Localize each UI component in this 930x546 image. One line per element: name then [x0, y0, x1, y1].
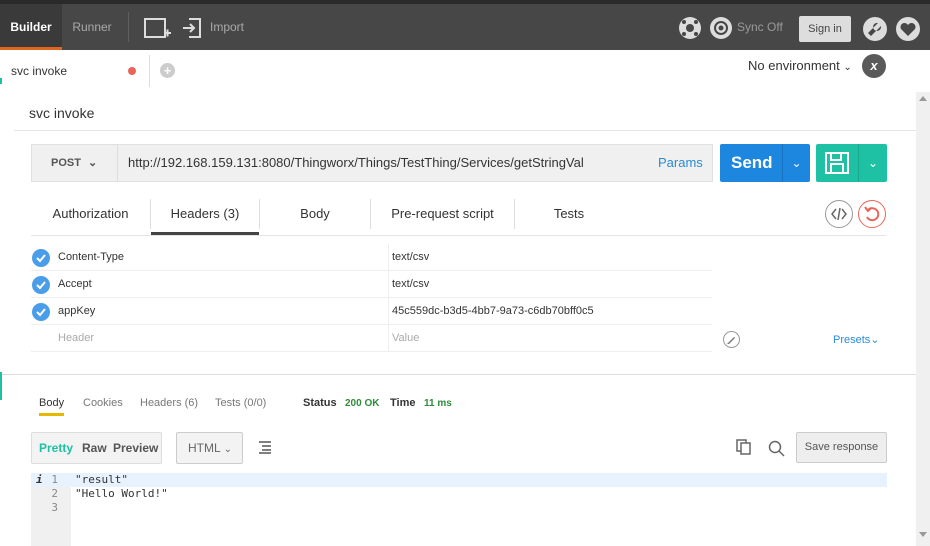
sync-icon[interactable]: [709, 16, 733, 40]
save-response-button[interactable]: Save response: [796, 432, 887, 463]
scrollbar[interactable]: [916, 92, 930, 546]
header-value[interactable]: text/csv: [392, 244, 429, 271]
divider: [31, 235, 886, 236]
format-preview[interactable]: Preview: [113, 433, 158, 463]
scroll-down-arrow-icon[interactable]: [919, 532, 927, 537]
chevron-down-icon: ⌄: [88, 157, 98, 169]
sidebar-edge-mark: [0, 372, 2, 400]
time-value: 11 ms: [424, 398, 452, 409]
chevron-down-icon: ⌄: [223, 444, 232, 455]
header-row: appKey 45c559dc-b3d5-4bb7-9a73-c6db70bff…: [31, 298, 712, 325]
code-line: 3: [31, 501, 887, 515]
language-label: HTML: [188, 441, 221, 455]
format-raw[interactable]: Raw: [82, 433, 107, 463]
import-button[interactable]: Import: [210, 4, 244, 50]
divider: [14, 130, 916, 131]
environment-label: No environment: [748, 58, 840, 73]
unsaved-dot-icon: [128, 67, 136, 75]
send-dropdown-chevron-icon[interactable]: ⌄: [782, 144, 810, 182]
runner-tab[interactable]: Runner: [62, 4, 122, 50]
params-button[interactable]: Params: [658, 145, 703, 181]
header-value[interactable]: 45c559dc-b3d5-4bb7-9a73-c6db70bff0c5: [392, 298, 594, 325]
line-number: 2: [51, 487, 58, 500]
url-bar: POST ⌄ http://192.168.159.131:8080/Thing…: [31, 144, 713, 182]
tab-authorization[interactable]: Authorization: [31, 193, 150, 235]
language-select[interactable]: HTML ⌄: [176, 432, 243, 464]
sidebar-edge-mark: [0, 78, 2, 84]
sign-in-button[interactable]: Sign in: [799, 16, 851, 42]
format-toggle-group: Pretty Raw Preview: [31, 432, 162, 464]
send-label: Send: [731, 153, 773, 172]
copy-icon[interactable]: [736, 439, 752, 455]
method-label: POST: [51, 157, 81, 169]
sync-status[interactable]: Sync Off: [737, 4, 783, 50]
pane-divider[interactable]: [0, 374, 916, 375]
builder-tab[interactable]: Builder: [0, 4, 62, 50]
presets-label: Presets: [833, 334, 871, 346]
search-icon[interactable]: [768, 440, 785, 457]
save-disk-icon: [825, 152, 849, 174]
header-key[interactable]: Content-Type: [58, 244, 124, 271]
wrap-lines-icon[interactable]: [258, 441, 272, 454]
method-select[interactable]: POST ⌄: [32, 145, 118, 181]
bulk-edit-pencil-icon[interactable]: [723, 331, 740, 348]
header-value[interactable]: text/csv: [392, 271, 429, 298]
status-value: 200 OK: [345, 398, 380, 409]
code-line: 2 "Hello World!": [31, 487, 887, 501]
new-window-icon[interactable]: [144, 16, 172, 40]
heart-icon[interactable]: [896, 17, 920, 41]
header-key[interactable]: Accept: [58, 271, 92, 298]
time-label: Time: [390, 397, 416, 409]
top-toolbar: Builder Runner Import Sync Off Sign in: [0, 0, 930, 50]
import-icon[interactable]: [182, 16, 204, 40]
scroll-up-arrow-icon[interactable]: [919, 96, 927, 101]
header-row-empty: Header Value: [31, 325, 712, 352]
send-button[interactable]: Send ⌄: [720, 144, 810, 182]
request-title: svc invoke: [29, 105, 95, 121]
add-tab-icon[interactable]: +: [160, 63, 175, 78]
save-dropdown-chevron-icon[interactable]: ⌄: [858, 144, 887, 182]
generate-code-icon[interactable]: [825, 200, 853, 228]
header-row: Accept text/csv: [31, 271, 712, 298]
save-button[interactable]: ⌄: [816, 144, 887, 182]
line-number: 1: [51, 473, 58, 486]
response-body-editor[interactable]: i 1 "result" 2 "Hello World!" 3: [31, 473, 887, 546]
response-tab-headers[interactable]: Headers (6): [140, 397, 198, 409]
tab-tests[interactable]: Tests: [515, 193, 623, 235]
chevron-down-icon: ⌄: [870, 334, 880, 346]
request-tab[interactable]: svc invoke: [0, 55, 150, 87]
header-key-input[interactable]: Header: [58, 325, 94, 352]
settings-wrench-icon[interactable]: [863, 17, 887, 41]
toolbar-divider: [128, 12, 129, 42]
url-input[interactable]: http://192.168.159.131:8080/Thingworx/Th…: [128, 145, 584, 181]
response-tab-body[interactable]: Body: [39, 397, 65, 416]
header-value-input[interactable]: Value: [392, 325, 419, 352]
tab-pre-request-script[interactable]: Pre-request script: [371, 193, 514, 235]
tab-body[interactable]: Body: [260, 193, 370, 235]
format-pretty[interactable]: Pretty: [39, 433, 73, 463]
response-tab-tests[interactable]: Tests (0/0): [215, 397, 266, 409]
presets-dropdown[interactable]: Presets⌄: [833, 333, 880, 346]
chevron-down-icon: ⌄: [843, 62, 852, 73]
line-number: 3: [51, 501, 58, 514]
header-enabled-checkbox[interactable]: [32, 303, 50, 321]
line-content: "Hello World!": [75, 487, 168, 500]
tab-headers[interactable]: Headers (3): [151, 193, 259, 235]
header-key[interactable]: appKey: [58, 298, 95, 325]
environment-quicklook-icon[interactable]: x: [862, 54, 886, 78]
header-enabled-checkbox[interactable]: [32, 249, 50, 267]
code-line: i 1 "result": [31, 473, 887, 487]
line-content: "result": [75, 473, 128, 486]
header-enabled-checkbox[interactable]: [32, 276, 50, 294]
environment-select[interactable]: No environment ⌄: [748, 58, 852, 73]
response-tab-cookies[interactable]: Cookies: [83, 397, 123, 409]
interceptor-icon[interactable]: [678, 16, 702, 40]
header-row: Content-Type text/csv: [31, 244, 712, 271]
reset-icon[interactable]: [858, 200, 886, 228]
request-tab-label: svc invoke: [11, 64, 68, 78]
status-label: Status: [303, 397, 337, 409]
